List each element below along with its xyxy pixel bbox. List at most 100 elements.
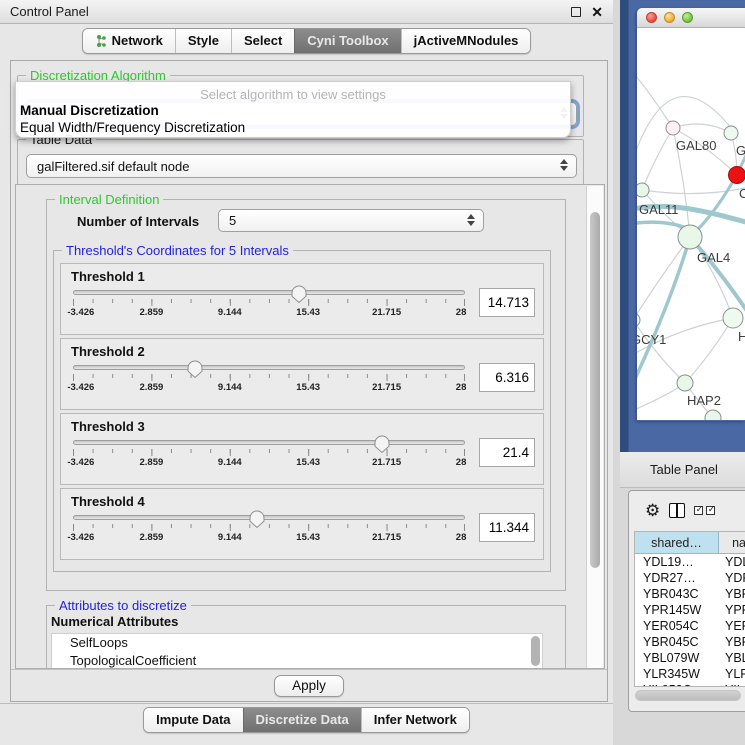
- tab-style[interactable]: Style: [175, 29, 231, 53]
- tab-discretize-data[interactable]: Discretize Data: [243, 708, 361, 732]
- attributes-group: Attributes to discretize Numerical Attri…: [46, 605, 566, 669]
- node-red[interactable]: [729, 167, 745, 184]
- number-of-intervals-value: 5: [229, 213, 236, 228]
- divider: [0, 703, 613, 704]
- node-h[interactable]: [723, 308, 743, 328]
- table-row[interactable]: YLR345WYLR3: [635, 666, 745, 682]
- node-label: GAL11: [639, 202, 679, 217]
- algorithm-option-manual[interactable]: Manual Discretization: [20, 103, 159, 118]
- apply-button[interactable]: Apply: [274, 675, 344, 697]
- control-panel-title: Control Panel: [0, 4, 89, 19]
- column-header-name[interactable]: na: [719, 532, 745, 553]
- table-row[interactable]: YBL079WYBL0: [635, 650, 745, 666]
- threshold-2-label: Threshold 2: [61, 339, 543, 359]
- network-desktop: GAL80 G C GAL11 GAL4 GCY1 H HAP2: [620, 0, 745, 452]
- tab-network[interactable]: Network: [83, 29, 175, 53]
- screen: Control Panel ✕ Network: [0, 0, 745, 745]
- table-row[interactable]: YBR045CYBR0: [635, 634, 745, 650]
- table-data-combo[interactable]: galFiltered.sif default node: [26, 154, 577, 178]
- threshold-3-ticks: [73, 449, 465, 456]
- settings-vertical-scrollbar[interactable]: [586, 186, 603, 669]
- threshold-1-value-field[interactable]: 14.713: [479, 288, 535, 317]
- close-traffic-light-icon[interactable]: [646, 12, 657, 23]
- node-table[interactable]: shared… na YDL19…YDL1 YDR27…YDR2 YBR043C…: [634, 531, 745, 687]
- threshold-1-panel: Threshold 1: [60, 263, 544, 335]
- node-gal11[interactable]: [637, 183, 649, 197]
- threshold-4-value-field[interactable]: 11.344: [479, 513, 535, 542]
- node-label: GAL80: [676, 138, 716, 153]
- minimize-traffic-light-icon[interactable]: [664, 12, 675, 23]
- attributes-list-scrollbar[interactable]: [531, 636, 540, 666]
- table-row[interactable]: YBR043CYBR0: [635, 586, 745, 602]
- threshold-2-value-field[interactable]: 6.316: [479, 363, 535, 392]
- tab-cyni-toolbox[interactable]: Cyni Toolbox: [294, 29, 400, 53]
- node-label: C: [739, 186, 745, 201]
- close-icon[interactable]: ✕: [591, 7, 603, 17]
- node-g[interactable]: [724, 126, 738, 140]
- node-label: HAP2: [687, 393, 721, 408]
- node-gal4[interactable]: [678, 225, 702, 249]
- table-data-value: galFiltered.sif default node: [37, 159, 189, 174]
- node-hap2[interactable]: [677, 375, 693, 391]
- table-row[interactable]: YER054CYER0: [635, 618, 745, 634]
- apply-row: Apply: [11, 669, 607, 701]
- table-row[interactable]: YIL052CYIL0: [635, 682, 745, 687]
- threshold-1-slider[interactable]: [73, 290, 465, 295]
- threshold-2-panel: Threshold 2: [60, 338, 544, 410]
- bottom-tabbar: Impute Data Discretize Data Infer Networ…: [0, 707, 613, 733]
- tab-impute-data[interactable]: Impute Data: [144, 708, 242, 732]
- settings-scrollpane: Interval Definition Number of Intervals …: [15, 184, 605, 669]
- columns-icon[interactable]: [669, 503, 685, 518]
- number-of-intervals-combo[interactable]: 5: [218, 209, 484, 232]
- table-panel-title: Table Panel: [620, 462, 718, 477]
- checkbox-icon: [694, 506, 703, 515]
- tab-infer-network[interactable]: Infer Network: [361, 708, 469, 732]
- network-graph: GAL80 G C GAL11 GAL4 GCY1 H HAP2: [637, 28, 745, 420]
- threshold-3-slider[interactable]: [73, 440, 465, 445]
- control-panel-window: Control Panel ✕ Network: [0, 0, 613, 745]
- list-item[interactable]: SelfLoops: [52, 634, 542, 652]
- table-panel-header: Table Panel: [620, 452, 745, 488]
- top-tabbar: Network Style Select Cyni Toolbox jActiv…: [0, 28, 613, 54]
- network-canvas[interactable]: GAL80 G C GAL11 GAL4 GCY1 H HAP2: [637, 28, 745, 420]
- table-toolbar: ⚙: [629, 491, 745, 529]
- threshold-2-ticks: [73, 374, 465, 381]
- node-label: G: [736, 143, 745, 158]
- table-row[interactable]: YDL19…YDL1: [635, 554, 745, 570]
- tab-jactivemnodules[interactable]: jActiveMNodules: [401, 29, 531, 53]
- table-panel-window: ⚙ shared… na YDL19…YDL1 YDR27…YDR2 YBR04…: [628, 490, 745, 712]
- scrollbar-thumb[interactable]: [590, 212, 600, 568]
- control-panel-titlebar: Control Panel ✕: [0, 0, 613, 24]
- threshold-4-panel: Threshold 4: [60, 488, 544, 560]
- threshold-3-value-field[interactable]: 21.4: [479, 438, 535, 467]
- table-row[interactable]: YPR145WYPR1: [635, 602, 745, 618]
- algorithm-option-equal-width[interactable]: Equal Width/Frequency Discretization: [20, 120, 245, 135]
- threshold-2-slider[interactable]: [73, 365, 465, 370]
- threshold-4-scale: -3.426 2.859 9.144 15.43 21.715 28: [73, 532, 465, 544]
- threshold-4-slider[interactable]: [73, 515, 465, 520]
- number-of-intervals-label: Number of Intervals: [77, 214, 199, 229]
- table-horizontal-scrollbar[interactable]: [635, 690, 741, 701]
- algorithm-prompt: Select algorithm to view settings: [16, 87, 570, 102]
- float-window-icon[interactable]: [571, 7, 581, 17]
- node-label: GAL4: [697, 250, 730, 265]
- algorithm-dropdown-popup: Select algorithm to view settings Manual…: [15, 81, 571, 138]
- select-columns-icon[interactable]: [694, 506, 715, 515]
- numerical-attributes-list[interactable]: SelfLoops TopologicalCoefficient Between…: [51, 633, 543, 669]
- tab-network-label: Network: [112, 33, 163, 48]
- threshold-3-label: Threshold 3: [61, 414, 543, 434]
- list-item[interactable]: TopologicalCoefficient: [52, 652, 542, 670]
- zoom-traffic-light-icon[interactable]: [682, 12, 693, 23]
- column-header-shared-name[interactable]: shared…: [635, 532, 719, 553]
- node-label: H: [738, 329, 745, 344]
- node-gal80[interactable]: [666, 121, 680, 135]
- threshold-4-ticks: [73, 524, 465, 531]
- node-gcy1[interactable]: [637, 313, 640, 327]
- threshold-4-label: Threshold 4: [61, 489, 543, 509]
- threshold-1-scale: -3.426 2.859 9.144 15.43 21.715 28: [73, 307, 465, 319]
- gear-icon[interactable]: ⚙: [645, 502, 660, 519]
- network-icon: [95, 34, 107, 48]
- table-row[interactable]: YDR27…YDR2: [635, 570, 745, 586]
- tab-select[interactable]: Select: [231, 29, 294, 53]
- threshold-1-label: Threshold 1: [61, 264, 543, 284]
